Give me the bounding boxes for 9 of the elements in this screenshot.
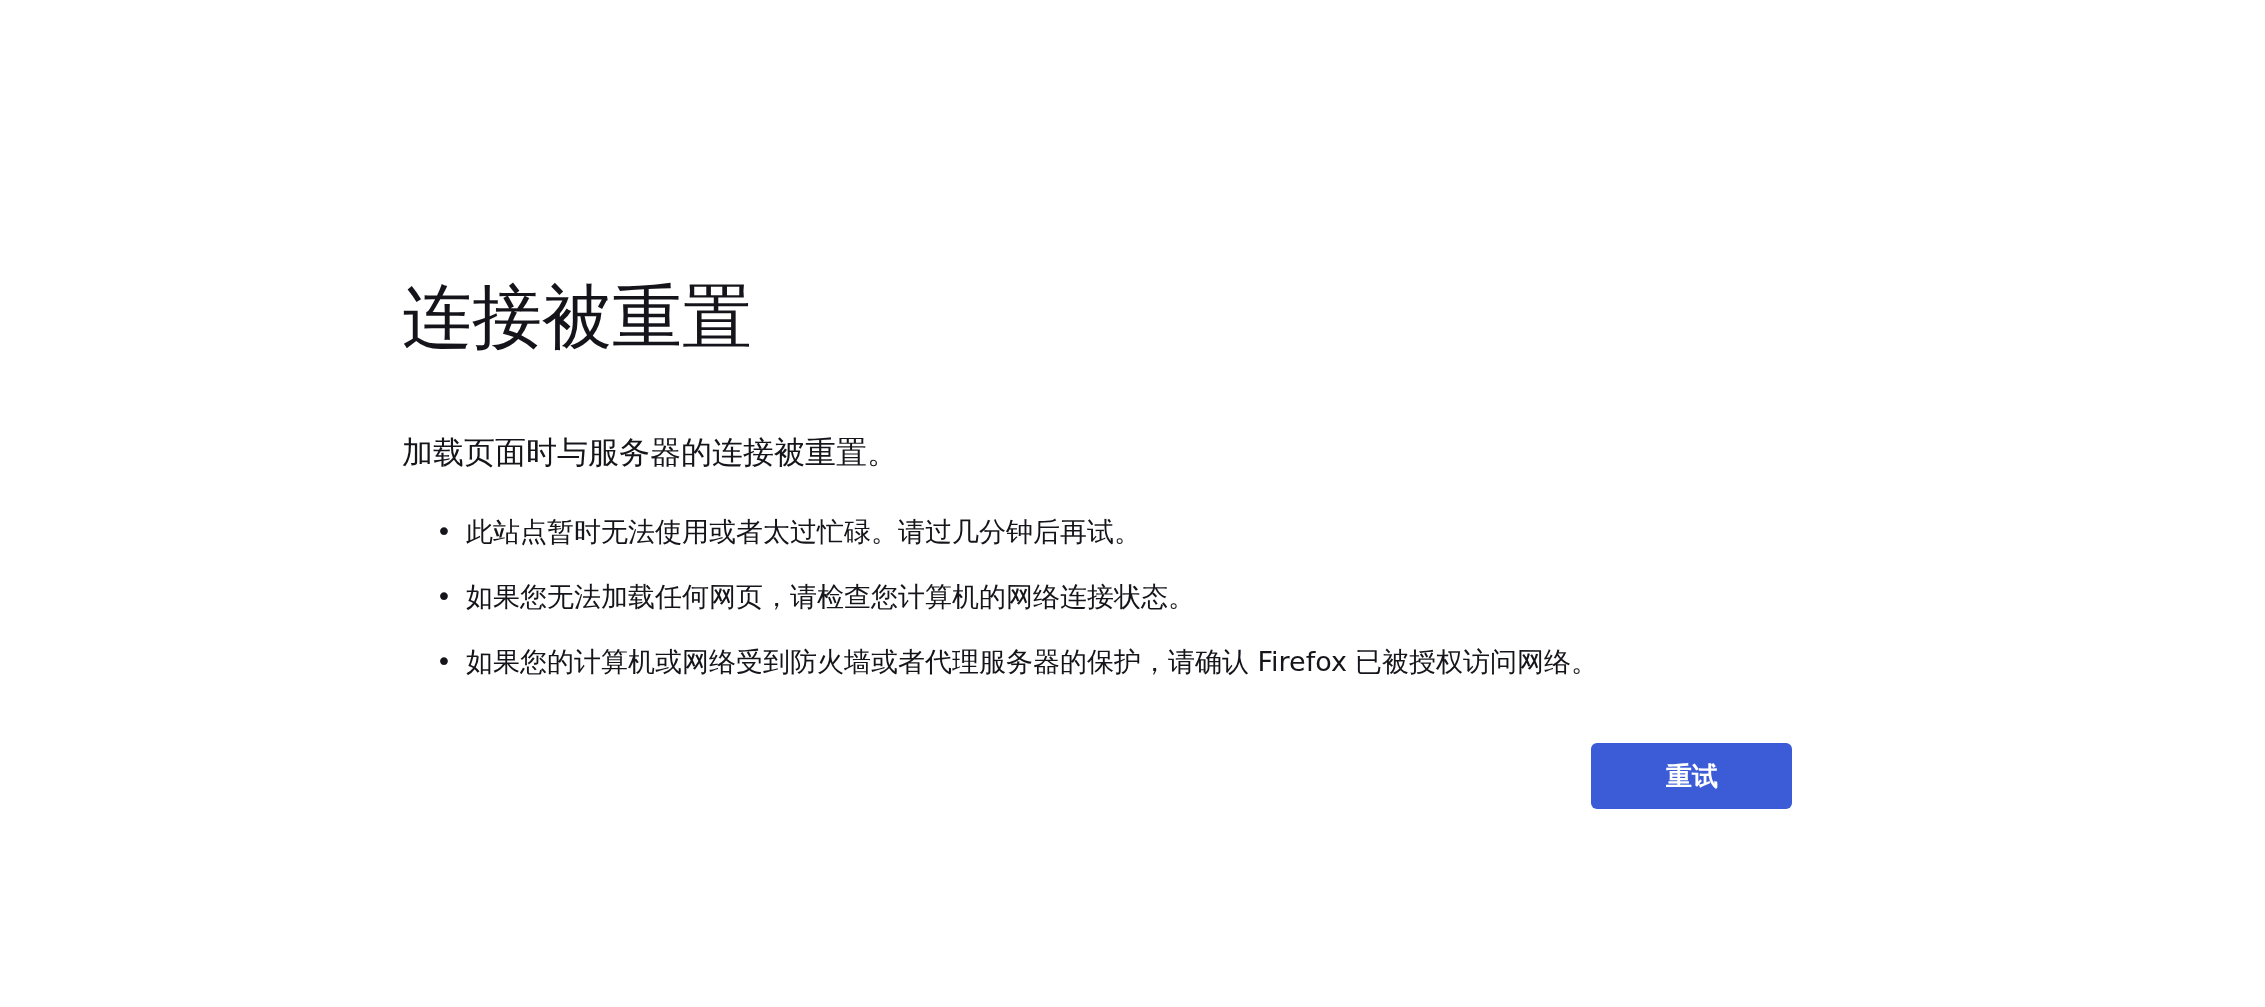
bullet: • (436, 644, 452, 679)
bullet: • (436, 579, 452, 614)
bullet: • (436, 514, 452, 549)
suggestion-text: 此站点暂时无法使用或者太过忙碌。请过几分钟后再试。 (465, 514, 1141, 549)
suggestion-text: 如果您的计算机或网络受到防火墙或者代理服务器的保护，请确认 Firefox 已被授权访问网络。 (465, 644, 1599, 679)
page-title: 连接被重置 (402, 275, 753, 359)
retry-button[interactable]: 重试 (1591, 743, 1792, 810)
error-message: 加载页面时与服务器的连接被重置。 (402, 433, 899, 472)
suggestion-text: 如果您无法加载任何网页，请检查您计算机的网络连接状态。 (465, 579, 1195, 614)
